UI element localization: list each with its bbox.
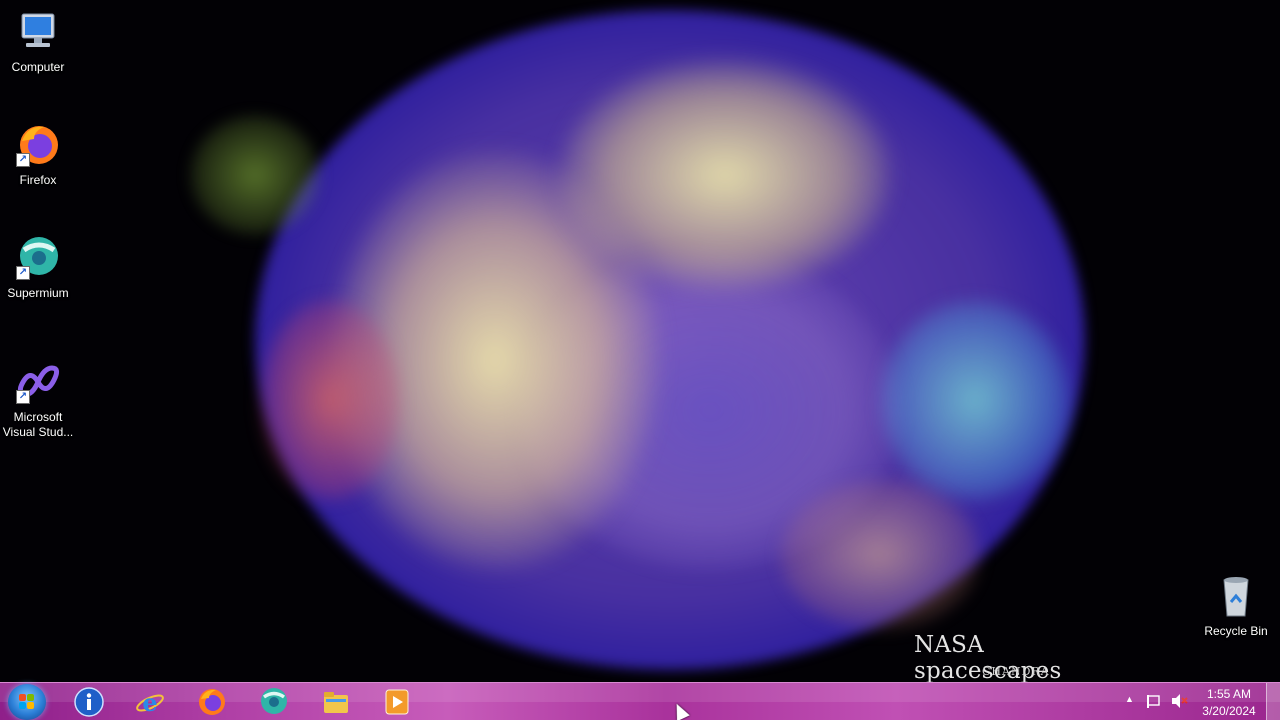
nebula-red-edge bbox=[260, 300, 400, 500]
internet-explorer-icon: e bbox=[136, 688, 164, 717]
taskbar-app-supermium[interactable] bbox=[250, 685, 298, 719]
supermium-icon: ↗ bbox=[14, 234, 62, 282]
desktop-icon-label-line1: Microsoft bbox=[13, 410, 63, 424]
desktop-icon-label: Computer bbox=[11, 60, 65, 74]
desktop-icon-label: Supermium bbox=[7, 286, 69, 300]
desktop-icon-label: Microsoft Visual Stud... bbox=[0, 410, 76, 440]
taskbar-app-file-explorer[interactable] bbox=[312, 685, 360, 719]
info-icon bbox=[74, 687, 104, 717]
taskbar-app-firefox[interactable] bbox=[188, 685, 236, 719]
nebula-green-jet bbox=[190, 115, 320, 235]
start-button[interactable] bbox=[8, 684, 46, 720]
clock-date[interactable]: 3/20/2024 bbox=[1196, 704, 1262, 718]
action-center-flag-icon[interactable] bbox=[1146, 693, 1162, 712]
desktop-icon-recycle-bin[interactable]: Recycle Bin bbox=[1198, 572, 1274, 639]
visual-studio-icon: ↗ bbox=[14, 358, 62, 406]
nebula-top-filaments bbox=[560, 60, 890, 290]
shortcut-arrow-icon: ↗ bbox=[16, 153, 30, 167]
shortcut-arrow-icon: ↗ bbox=[16, 390, 30, 404]
desktop-icon-computer[interactable]: Computer bbox=[0, 8, 76, 75]
taskbar-app-media-player[interactable] bbox=[373, 685, 421, 719]
desktop-icon-supermium[interactable]: ↗ Supermium bbox=[0, 234, 76, 301]
desktop-icon-label: Firefox bbox=[19, 173, 57, 187]
supermium-icon bbox=[261, 688, 287, 714]
taskbar-app-internet-explorer[interactable]: e bbox=[126, 685, 174, 719]
desktop-icon-label-line2: Visual Stud... bbox=[2, 425, 74, 439]
desktop-wallpaper: NASA spacescapes CHANDRA bbox=[0, 0, 1280, 682]
file-explorer-icon bbox=[324, 692, 348, 713]
show-hidden-icons-button[interactable]: ▲ bbox=[1125, 694, 1134, 704]
media-player-icon bbox=[385, 689, 409, 715]
wallpaper-subtitle: CHANDRA bbox=[982, 665, 1050, 678]
windows-start-icon bbox=[19, 694, 35, 710]
computer-icon bbox=[14, 8, 62, 56]
recycle-bin-icon bbox=[1212, 572, 1260, 620]
taskbar: e ▲ 1:55 AM 3/20/2024 bbox=[0, 682, 1280, 720]
svg-text:e: e bbox=[142, 688, 157, 717]
taskbar-app-info[interactable] bbox=[65, 685, 113, 719]
nebula-lower-glow bbox=[780, 480, 980, 630]
firefox-icon bbox=[199, 689, 225, 715]
clock-time[interactable]: 1:55 AM bbox=[1196, 687, 1262, 701]
shortcut-arrow-icon: ↗ bbox=[16, 266, 30, 280]
volume-muted-icon[interactable] bbox=[1171, 693, 1189, 712]
firefox-icon: ↗ bbox=[14, 121, 62, 169]
nebula-right-glow bbox=[880, 300, 1070, 500]
desktop-icon-visual-studio[interactable]: ↗ Microsoft Visual Stud... bbox=[0, 358, 76, 440]
show-desktop-button[interactable] bbox=[1266, 683, 1280, 720]
desktop-icon-firefox[interactable]: ↗ Firefox bbox=[0, 121, 76, 188]
desktop-icon-label: Recycle Bin bbox=[1204, 624, 1268, 638]
